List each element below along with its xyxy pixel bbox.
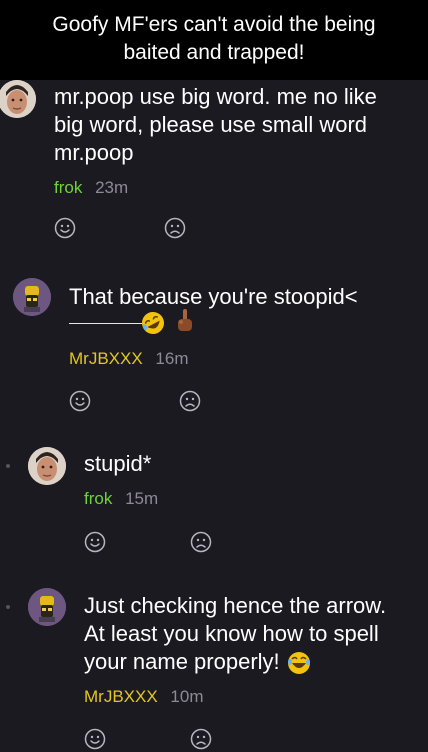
comment-line: At least you know how to spell: [84, 621, 379, 646]
comment-text: stupid*: [84, 450, 151, 478]
thread-dot: [6, 605, 10, 609]
smile-icon[interactable]: [69, 390, 91, 412]
comment-line: mr.poop: [54, 140, 134, 165]
comment-line: mr.poop use big word. me no like: [54, 84, 377, 109]
avatar[interactable]: [28, 447, 66, 485]
timestamp: 10m: [170, 687, 204, 706]
comment-line: your name properly!: [84, 649, 280, 674]
smile-icon[interactable]: [54, 217, 76, 239]
arrow-line: [69, 323, 142, 324]
comment-text: Just checking hence the arrow. At least …: [84, 592, 386, 676]
comment-line: Just checking hence the arrow.: [84, 593, 387, 618]
frown-icon[interactable]: [179, 390, 201, 412]
middle-finger-emoji-icon: [178, 309, 192, 331]
comment-meta: MrJBXXX 16m: [69, 348, 189, 370]
emoji-line: [69, 304, 249, 340]
avatar[interactable]: [28, 588, 66, 626]
author-name[interactable]: MrJBXXX: [84, 687, 158, 706]
avatar[interactable]: [0, 80, 36, 118]
laughing-emoji-icon: [287, 652, 310, 675]
author-name[interactable]: MrJBXXX: [69, 349, 143, 368]
caption-line-2: baited and trapped!: [123, 41, 305, 64]
smile-icon[interactable]: [84, 728, 106, 750]
frown-icon[interactable]: [190, 531, 212, 553]
frown-icon[interactable]: [164, 217, 186, 239]
comment-meta: frok 15m: [84, 488, 158, 510]
timestamp: 16m: [155, 349, 189, 368]
frown-icon[interactable]: [190, 728, 212, 750]
caption-line-1: Goofy MF'ers can't avoid the being: [52, 13, 376, 36]
comment-line: stupid*: [84, 451, 152, 476]
comment-meta: frok 23m: [54, 177, 128, 199]
smile-icon[interactable]: [84, 531, 106, 553]
comment-text: mr.poop use big word. me no like big wor…: [54, 83, 377, 167]
avatar[interactable]: [13, 278, 51, 316]
author-name[interactable]: frok: [84, 489, 112, 508]
author-name[interactable]: frok: [54, 178, 82, 197]
timestamp: 15m: [125, 489, 159, 508]
thread-dot: [6, 464, 10, 468]
comment-line-with-emoji: your name properly!: [84, 648, 386, 676]
comment-meta: MrJBXXX 10m: [84, 686, 204, 708]
rofl-emoji-icon: [142, 312, 164, 334]
meme-caption: Goofy MF'ers can't avoid the being baite…: [0, 0, 428, 80]
comment-line: big word, please use small word: [54, 112, 368, 137]
timestamp: 23m: [95, 178, 129, 197]
